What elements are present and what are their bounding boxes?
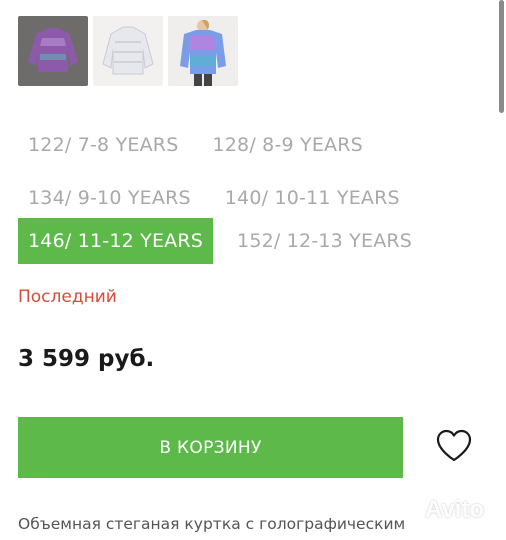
heart-icon[interactable]	[434, 426, 474, 466]
size-option-140[interactable]: 140/ 10-11 YEARS	[215, 175, 410, 221]
scrollbar[interactable]	[499, 0, 504, 113]
add-to-cart-button[interactable]: В КОРЗИНУ	[18, 417, 403, 478]
size-option-122[interactable]: 122/ 7-8 YEARS	[18, 122, 188, 168]
thumbnail-1[interactable]	[18, 16, 88, 86]
size-row-3: 146/ 11-12 YEARS 152/ 12-13 YEARS	[18, 218, 422, 264]
size-option-128[interactable]: 128/ 8-9 YEARS	[202, 122, 372, 168]
thumbnail-gallery	[18, 16, 238, 86]
jacket-image	[102, 26, 154, 75]
avito-logo-icon	[397, 500, 420, 519]
size-option-152[interactable]: 152/ 12-13 YEARS	[227, 218, 422, 264]
jacket-image	[28, 28, 78, 72]
thumbnail-2[interactable]	[93, 16, 163, 86]
size-option-146-selected[interactable]: 146/ 11-12 YEARS	[18, 218, 214, 264]
price: 3 599 руб.	[18, 346, 155, 372]
product-description: Объемная стеганая куртка с голографическ…	[18, 515, 406, 533]
stock-status: Последний	[18, 287, 117, 307]
thumbnail-3[interactable]	[168, 16, 238, 86]
avito-watermark: Avito	[396, 496, 484, 524]
size-row-1: 122/ 7-8 YEARS 128/ 8-9 YEARS	[18, 122, 373, 168]
model-image	[180, 19, 226, 86]
add-to-cart-label: В КОРЗИНУ	[159, 437, 262, 458]
watermark-text: Avito	[425, 496, 485, 523]
size-row-2: 134/ 9-10 YEARS 140/ 10-11 YEARS	[18, 175, 410, 221]
size-option-134[interactable]: 134/ 9-10 YEARS	[18, 175, 201, 221]
